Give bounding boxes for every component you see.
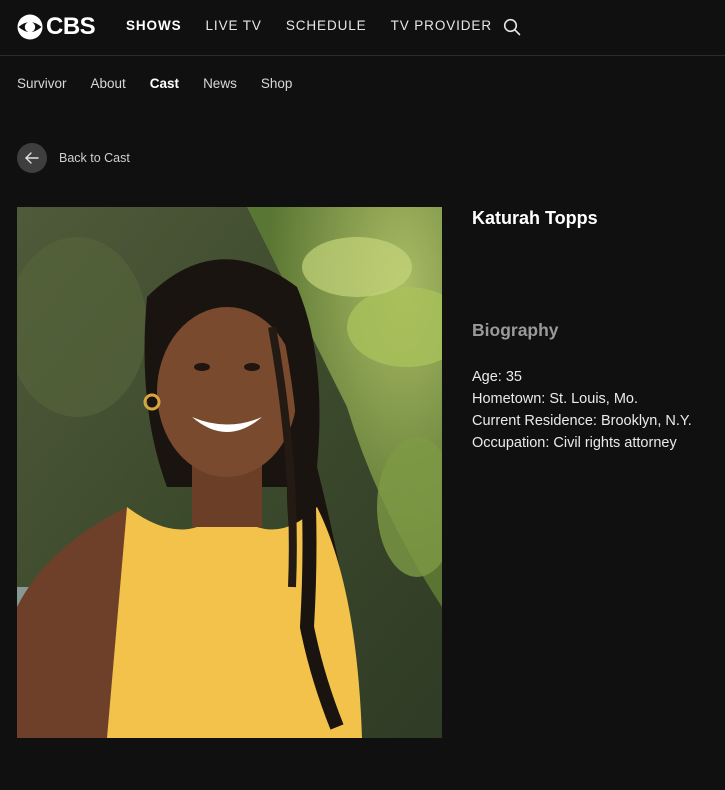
back-to-cast-link[interactable]: Back to Cast [17, 143, 130, 173]
nav-tv-provider[interactable]: TV PROVIDER [391, 18, 492, 33]
nav-schedule[interactable]: SCHEDULE [286, 18, 367, 33]
cbs-logo[interactable]: CBS [17, 13, 96, 40]
subnav-news[interactable]: News [203, 76, 237, 91]
nav-live-tv[interactable]: LIVE TV [206, 18, 262, 33]
subnav-survivor[interactable]: Survivor [17, 76, 67, 91]
cast-name: Katurah Topps [472, 208, 598, 228]
bio-age: Age: 35 [472, 369, 522, 385]
top-navigation-bar: CBS SHOWS LIVE TV SCHEDULE TV PROVIDER [0, 0, 725, 56]
back-label: Back to Cast [59, 151, 130, 165]
subnav-cast[interactable]: Cast [150, 76, 179, 91]
subnav-about[interactable]: About [91, 76, 126, 91]
bio-hometown: Hometown: St. Louis, Mo. [472, 391, 639, 407]
nav-shows[interactable]: SHOWS [126, 18, 182, 33]
cast-photo [17, 207, 442, 738]
cast-info: Katurah Topps Biography Age: 35 Hometown… [472, 208, 722, 451]
arrow-left-icon [25, 152, 39, 164]
biography-heading: Biography [472, 320, 559, 340]
search-icon[interactable] [503, 18, 521, 36]
bio-residence: Current Residence: Brooklyn, N.Y. [472, 413, 692, 429]
logo-text: CBS [46, 13, 96, 40]
subnav-shop[interactable]: Shop [261, 76, 293, 91]
biography-details: Age: 35 Hometown: St. Louis, Mo. Current… [472, 366, 692, 454]
show-subnav: Survivor About Cast News Shop [17, 76, 316, 91]
portrait-illustration [17, 207, 442, 738]
main-nav: SHOWS LIVE TV SCHEDULE TV PROVIDER [126, 18, 516, 33]
bio-occupation: Occupation: Civil rights attorney [472, 435, 677, 451]
cbs-eye-icon [17, 14, 43, 40]
back-button[interactable] [17, 143, 47, 173]
